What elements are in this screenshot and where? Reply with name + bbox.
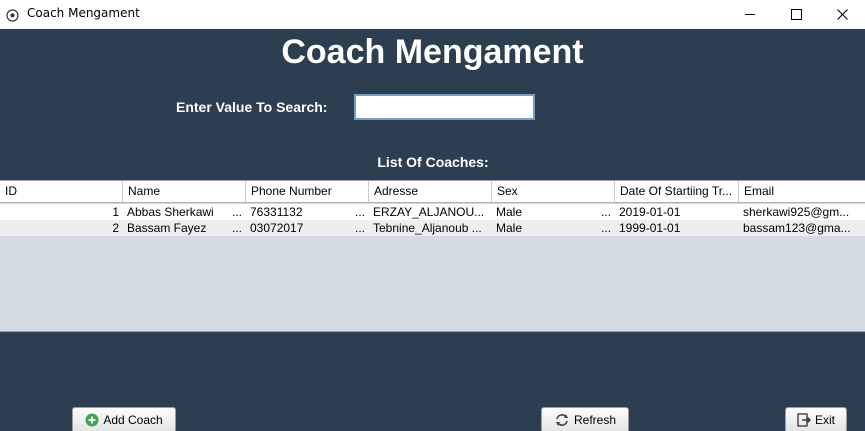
column-header-email[interactable]: Email: [739, 181, 865, 202]
cell-sex-text: Male: [496, 205, 523, 219]
exit-button[interactable]: Exit: [785, 407, 847, 431]
cell-ellipsis: ...: [354, 221, 365, 235]
column-header-sex[interactable]: Sex: [492, 181, 615, 202]
cell-ellipsis: ...: [231, 221, 242, 235]
cell-name-text: Bassam Fayez: [127, 221, 207, 235]
window-title-bar: Coach Mengament: [0, 0, 865, 29]
cell-email[interactable]: sherkawi925@gm...: [739, 204, 865, 220]
cell-date[interactable]: 2019-01-01: [615, 204, 739, 220]
cell-name[interactable]: Bassam Fayez...: [123, 220, 246, 236]
search-label: Enter Value To Search:: [176, 99, 328, 115]
coaches-table[interactable]: ID Name Phone Number Adresse Sex Date Of…: [0, 180, 865, 332]
table-row[interactable]: 1 Abbas Sherkawi... 76331132... ERZAY_AL…: [0, 204, 865, 220]
exit-label: Exit: [814, 413, 835, 427]
cell-phone-text: 76331132: [250, 205, 303, 219]
cell-id[interactable]: 2: [0, 220, 123, 236]
cell-phone-text: 03072017: [250, 221, 304, 235]
cell-ellipsis: ...: [600, 205, 611, 219]
cell-adresse[interactable]: Tebnine_Aljanoub ...: [369, 220, 492, 236]
column-header-phone[interactable]: Phone Number: [246, 181, 369, 202]
search-input[interactable]: [354, 94, 535, 120]
cell-phone[interactable]: 03072017...: [246, 220, 369, 236]
close-icon: [836, 9, 848, 20]
column-header-adresse[interactable]: Adresse: [369, 181, 492, 202]
minimize-button[interactable]: [727, 0, 773, 29]
column-header-date[interactable]: Date Of Startiing Tr...: [615, 181, 739, 202]
window-title: Coach Mengament: [27, 6, 140, 20]
soccer-ball-icon: [6, 7, 19, 22]
column-header-name[interactable]: Name: [123, 181, 246, 202]
close-button[interactable]: [819, 0, 865, 29]
cell-id[interactable]: 1: [0, 204, 123, 220]
column-header-id[interactable]: ID: [0, 181, 123, 202]
add-coach-label: Add Coach: [103, 413, 163, 427]
main-panel: Coach Mengament Enter Value To Search: L…: [0, 29, 865, 431]
table-header: ID Name Phone Number Adresse Sex Date Of…: [0, 181, 865, 203]
cell-sex-text: Male: [496, 221, 523, 235]
cell-email[interactable]: bassam123@gma...: [739, 220, 865, 236]
maximize-button[interactable]: [773, 0, 819, 29]
refresh-button[interactable]: Refresh: [541, 407, 629, 431]
cell-ellipsis: ...: [231, 205, 242, 219]
table-body: 1 Abbas Sherkawi... 76331132... ERZAY_AL…: [0, 204, 865, 236]
cell-sex[interactable]: Male...: [492, 220, 615, 236]
add-circle-icon: [85, 413, 99, 427]
cell-name[interactable]: Abbas Sherkawi...: [123, 204, 246, 220]
cell-date[interactable]: 1999-01-01: [615, 220, 739, 236]
refresh-icon: [555, 414, 568, 426]
table-row[interactable]: 2 Bassam Fayez... 03072017... Tebnine_Al…: [0, 220, 865, 236]
cell-ellipsis: ...: [354, 205, 365, 219]
add-coach-button[interactable]: Add Coach: [72, 407, 176, 431]
refresh-label: Refresh: [573, 413, 617, 427]
list-title: List Of Coaches:: [377, 154, 489, 170]
cell-ellipsis: ...: [600, 221, 611, 235]
maximize-icon: [790, 9, 802, 20]
exit-icon: [797, 413, 811, 427]
cell-adresse[interactable]: ERZAY_ALJANOU...: [369, 204, 492, 220]
minimize-icon: [744, 14, 755, 15]
cell-sex[interactable]: Male...: [492, 204, 615, 220]
cell-phone[interactable]: 76331132...: [246, 204, 369, 220]
cell-name-text: Abbas Sherkawi: [127, 205, 214, 219]
page-title: Coach Mengament: [281, 33, 584, 71]
